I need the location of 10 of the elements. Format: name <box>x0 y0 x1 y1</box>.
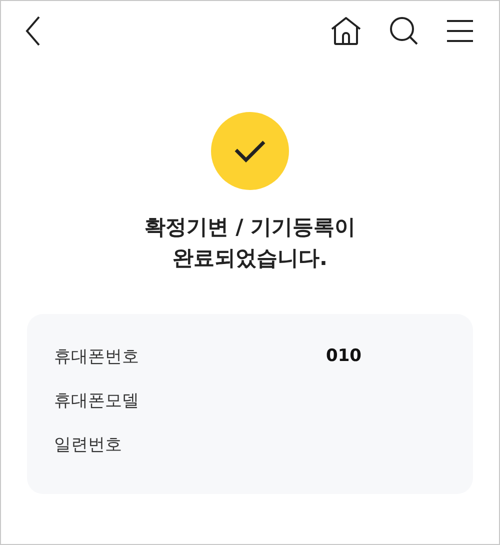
detail-label: 휴대폰번호 <box>54 346 140 368</box>
menu-icon[interactable] <box>446 20 474 42</box>
search-icon[interactable] <box>389 16 419 46</box>
detail-label: 휴대폰모델 <box>54 390 140 412</box>
home-icon[interactable] <box>330 16 362 46</box>
check-icon <box>211 112 289 190</box>
back-icon[interactable] <box>25 16 41 46</box>
detail-label: 일련번호 <box>54 434 123 456</box>
completion-message: 확정기변 / 기기등록이 완료되었습니다. <box>144 214 356 272</box>
detail-value: 010 <box>326 346 362 366</box>
